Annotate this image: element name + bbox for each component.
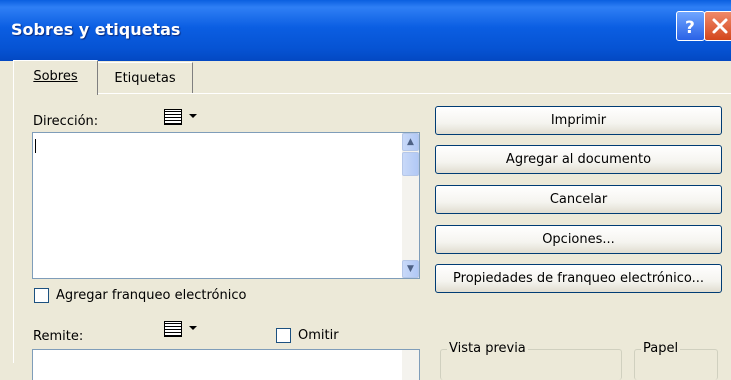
scroll-up-icon[interactable]: ▲ xyxy=(402,133,419,151)
title-bar: Sobres y etiquetas ? xyxy=(0,0,731,61)
tab-etiquetas-label: Etiquetas xyxy=(114,71,176,86)
address-book-icon[interactable] xyxy=(164,321,197,337)
address-book-icon[interactable] xyxy=(164,109,197,125)
scroll-thumb[interactable] xyxy=(402,152,419,176)
agregar-documento-button[interactable]: Agregar al documento xyxy=(435,145,722,174)
omitir-checkbox[interactable] xyxy=(276,328,291,343)
remite-label: Remite: xyxy=(33,329,84,344)
tab-panel-border-left xyxy=(13,93,14,363)
scroll-down-icon[interactable]: ▼ xyxy=(402,260,419,278)
remite-scrollbar[interactable] xyxy=(402,350,419,380)
direccion-field[interactable]: ▲ ▼ xyxy=(32,132,420,279)
papel-label: Papel xyxy=(641,341,681,356)
omitir-label: Omitir xyxy=(298,328,339,343)
direccion-scrollbar[interactable]: ▲ ▼ xyxy=(402,133,419,278)
window-title: Sobres y etiquetas xyxy=(11,20,181,39)
vista-previa-group: Vista previa xyxy=(440,341,622,380)
tab-panel-border xyxy=(13,93,731,94)
opciones-button[interactable]: Opciones... xyxy=(435,225,722,254)
svg-text:?: ? xyxy=(685,18,695,38)
tab-sobres[interactable]: Sobres xyxy=(13,60,98,95)
direccion-label: Dirección: xyxy=(33,114,99,129)
tab-etiquetas[interactable]: Etiquetas xyxy=(97,62,193,94)
propiedades-franqueo-button[interactable]: Propiedades de franqueo electrónico... xyxy=(435,264,722,293)
text-cursor xyxy=(35,139,36,153)
close-icon[interactable] xyxy=(704,11,731,41)
tab-sobres-label: Sobres xyxy=(33,69,78,84)
franqueo-checkbox[interactable] xyxy=(34,288,49,303)
help-icon[interactable]: ? xyxy=(676,11,705,41)
remite-field[interactable] xyxy=(32,349,420,380)
imprimir-button[interactable]: Imprimir xyxy=(435,106,722,135)
papel-group: Papel xyxy=(634,341,718,380)
cancelar-button[interactable]: Cancelar xyxy=(435,185,722,214)
vista-previa-label: Vista previa xyxy=(447,341,528,356)
franqueo-label: Agregar franqueo electrónico xyxy=(56,288,247,303)
